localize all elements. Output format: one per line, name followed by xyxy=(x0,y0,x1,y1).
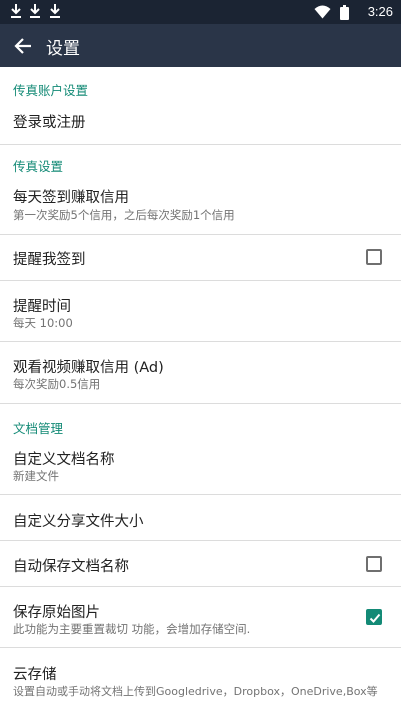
save-original-checkbox[interactable] xyxy=(366,609,382,625)
check-icon xyxy=(369,613,381,623)
watch-video-title[interactable]: 观看视频赚取信用 (Ad) xyxy=(13,356,164,377)
autosave-doc-name-title[interactable]: 自动保存文档名称 xyxy=(13,555,129,576)
download-icon xyxy=(11,4,21,18)
divider xyxy=(0,341,401,342)
save-original-subtitle: 此功能为主要重置裁切 功能，会增加存储空间. xyxy=(13,622,251,636)
page-title: 设置 xyxy=(46,39,80,59)
remind-checkin-checkbox[interactable] xyxy=(366,249,382,265)
remind-checkin-title[interactable]: 提醒我签到 xyxy=(13,248,86,269)
divider xyxy=(0,540,401,541)
status-bar: 3:26 xyxy=(0,0,401,24)
remind-time-subtitle: 每天 10:00 xyxy=(13,316,73,330)
daily-checkin-title[interactable]: 每天签到赚取信用 xyxy=(13,186,129,207)
custom-share-size-item[interactable]: 自定义分享文件大小 xyxy=(13,510,144,531)
divider xyxy=(0,647,401,648)
section-header-fax-account: 传真账户设置 xyxy=(13,83,89,98)
wifi-icon xyxy=(314,5,331,19)
battery-icon xyxy=(340,5,349,20)
divider xyxy=(0,586,401,587)
watch-video-subtitle: 每次奖励0.5信用 xyxy=(13,377,101,391)
login-item[interactable]: 登录或注册 xyxy=(13,111,86,132)
custom-doc-name-title[interactable]: 自定义文档名称 xyxy=(13,448,115,469)
download-icon xyxy=(30,4,40,18)
daily-checkin-subtitle: 第一次奖励5个信用，之后每次奖励1个信用 xyxy=(13,208,235,222)
cloud-storage-subtitle: 设置自动或手动将文档上传到Googledrive，Dropbox，OneDriv… xyxy=(13,685,378,698)
divider xyxy=(0,494,401,495)
divider xyxy=(0,403,401,404)
divider xyxy=(0,234,401,235)
save-original-title[interactable]: 保存原始图片 xyxy=(13,601,100,622)
divider xyxy=(0,144,401,145)
autosave-doc-name-checkbox[interactable] xyxy=(366,556,382,572)
download-icon xyxy=(50,4,60,18)
arrow-left-icon[interactable] xyxy=(10,33,36,59)
divider xyxy=(0,280,401,281)
section-header-fax-settings: 传真设置 xyxy=(13,159,64,174)
app-toolbar: 设置 xyxy=(0,24,401,67)
status-time: 3:26 xyxy=(367,4,393,19)
remind-time-title[interactable]: 提醒时间 xyxy=(13,295,71,316)
cloud-storage-title[interactable]: 云存储 xyxy=(13,663,57,684)
custom-doc-name-subtitle: 新建文件 xyxy=(13,469,59,483)
section-header-doc-management: 文档管理 xyxy=(13,421,64,436)
